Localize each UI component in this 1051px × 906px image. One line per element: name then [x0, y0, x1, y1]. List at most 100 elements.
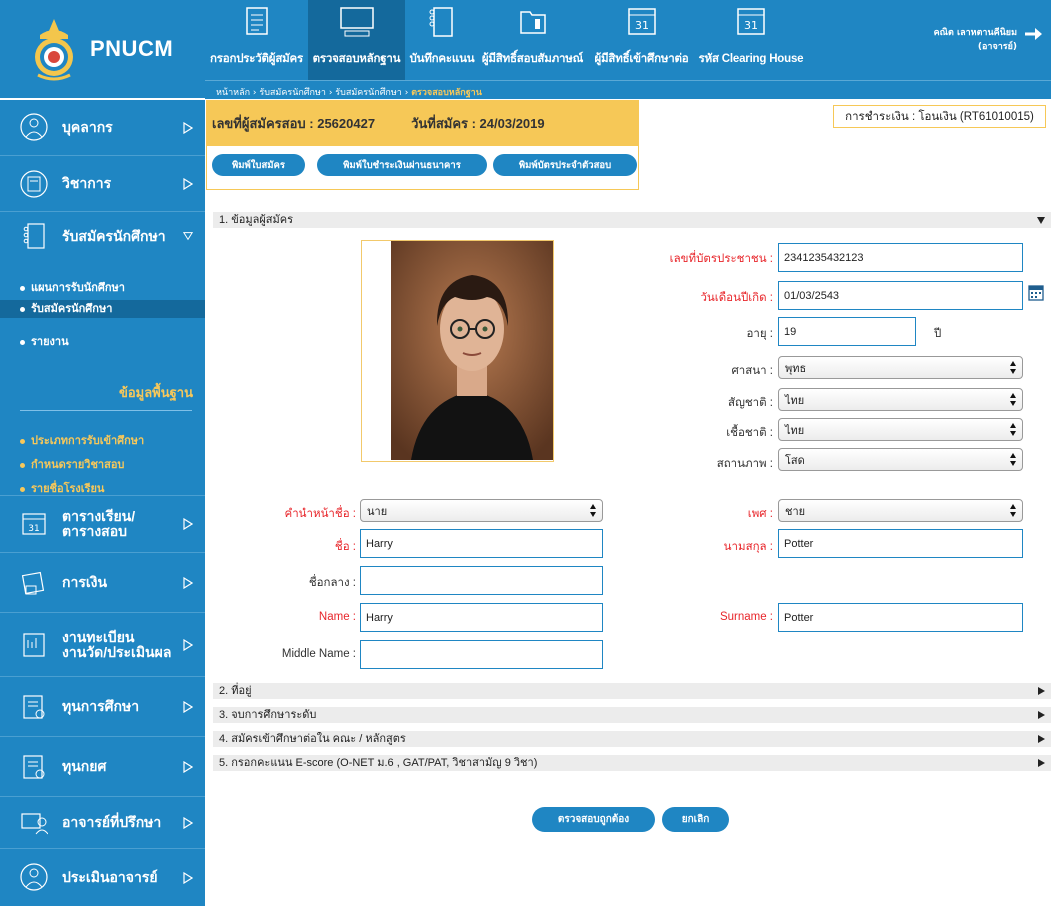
sidebar-item-admission[interactable]: รับสมัครนักศึกษา — [0, 212, 205, 260]
religion-label: ศาสนา : — [731, 365, 774, 377]
notebook-icon — [23, 223, 45, 249]
print-exam-card-button[interactable]: พิมพ์บัตรประจำตัวสอบ — [493, 154, 637, 176]
sidebar-item-academic[interactable]: วิชาการ — [0, 156, 205, 212]
calendar-icon: 31 — [627, 8, 656, 35]
triangle-right-icon — [1038, 759, 1045, 767]
select-arrows-icon — [1010, 504, 1016, 517]
middle-name-en-field[interactable] — [360, 640, 603, 669]
registration-icon — [23, 632, 45, 657]
calendar-icon[interactable] — [1028, 283, 1044, 301]
sidebar-item-scholarship[interactable]: ทุนการศึกษา — [0, 677, 205, 737]
basic-link-exam-subjects[interactable]: กำหนดรายวิชาสอบ — [20, 455, 124, 473]
basic-data-title: ข้อมูลพื้นฐาน — [118, 386, 193, 401]
breadcrumb-level2[interactable]: รับสมัครนักศึกษา — [335, 88, 402, 98]
triangle-right-icon — [1038, 735, 1045, 743]
last-name-th-field[interactable]: Potter — [778, 529, 1023, 558]
select-arrows-icon — [590, 504, 596, 517]
triangle-right-icon — [1038, 711, 1045, 719]
basic-link-admission-type[interactable]: ประเภทการรับเข้าศึกษา — [20, 431, 144, 449]
prefix-select[interactable]: นาย — [360, 499, 603, 522]
breadcrumb: หน้าหลัก › รับสมัครนักศึกษา › รับสมัครนั… — [205, 80, 1051, 99]
person-icon — [20, 862, 48, 891]
topnav-admission-eligible[interactable]: 31 ผู้มีสิทธิ์เข้าศึกษาต่อ — [586, 0, 697, 80]
chevron-right-icon — [183, 871, 193, 884]
print-application-button[interactable]: พิมพ์ใบสมัคร — [212, 154, 305, 176]
cancel-button[interactable]: ยกเลิก — [662, 807, 729, 832]
nationality-label: สัญชาติ : — [728, 397, 773, 409]
age-field[interactable]: 19 — [778, 317, 916, 346]
topnav-verify-documents[interactable]: ตรวจสอบหลักฐาน — [308, 0, 405, 80]
last-name-en-label: Surname : — [719, 611, 773, 623]
logo-area: PNUCM — [0, 0, 205, 99]
topnav-applicant-history[interactable]: กรอกประวัติผู้สมัคร — [205, 0, 308, 80]
sidebar-item-registration[interactable]: งานทะเบียน งานวัด/ประเมินผล — [0, 613, 205, 677]
status-select[interactable]: โสด — [778, 448, 1023, 471]
religion-select[interactable]: พุทธ — [778, 356, 1023, 379]
svg-text:31: 31 — [635, 19, 649, 32]
age-unit: ปี — [934, 328, 942, 340]
sidebar-item-schedule[interactable]: 31 ตารางเรียน/ ตารางสอบ — [0, 495, 205, 553]
calendar-icon: 31 — [22, 513, 46, 535]
select-arrows-icon — [1010, 453, 1016, 466]
university-seal-icon — [35, 19, 73, 81]
select-arrows-icon — [1010, 361, 1016, 374]
birth-date-field[interactable]: 01/03/2543 — [778, 281, 1023, 310]
brand-name: PNUCM — [90, 36, 174, 61]
person-icon — [20, 112, 48, 141]
divider — [20, 410, 192, 411]
submenu-report[interactable]: รายงาน — [20, 332, 69, 350]
sidebar-item-advisor[interactable]: อาจารย์ที่ปรึกษา — [0, 797, 205, 849]
computer-icon — [339, 7, 374, 37]
breadcrumb-level1[interactable]: รับสมัครนักศึกษา — [259, 88, 326, 98]
gender-label: เพศ : — [747, 508, 773, 520]
triangle-right-icon — [1038, 687, 1045, 695]
logout-icon[interactable] — [1023, 24, 1045, 44]
status-label: สถานภาพ : — [716, 458, 773, 470]
applicant-header: เลขที่ผู้สมัครสอบ : 25620427 วันที่สมัคร… — [206, 100, 639, 146]
sidebar-item-student-loan[interactable]: ทุนกยศ — [0, 737, 205, 797]
calendar-icon: 31 — [737, 8, 765, 35]
nationality-select[interactable]: ไทย — [778, 388, 1023, 411]
confirm-button[interactable]: ตรวจสอบถูกต้อง — [532, 807, 655, 832]
applicant-number: เลขที่ผู้สมัครสอบ : 25620427 — [212, 115, 376, 131]
last-name-th-label: นามสกุล : — [723, 541, 773, 553]
id-card-field[interactable]: 2341235432123 — [778, 243, 1023, 272]
sidebar-item-finance[interactable]: การเงิน — [0, 553, 205, 613]
loan-icon — [23, 754, 45, 779]
top-navigation: กรอกประวัติผู้สมัคร ตรวจสอบหลักฐาน บันทึ… — [205, 0, 1051, 80]
topnav-interview-eligible[interactable]: ผู้มีสิทธิ์สอบสัมภาษณ์ — [479, 0, 586, 80]
first-name-th-label: ชื่อ : — [334, 541, 356, 553]
section-escore[interactable]: 5. กรอกคะแนน E-score (O-NET ม.6 , GAT/PA… — [213, 755, 1051, 771]
topnav-record-score[interactable]: บันทึกคะแนน — [405, 0, 479, 80]
sidebar-item-personnel[interactable]: บุคลากร — [0, 100, 205, 156]
middle-name-en-label: Middle Name : — [281, 648, 356, 660]
breadcrumb-current: ตรวจสอบหลักฐาน — [411, 88, 482, 98]
chevron-down-icon — [183, 232, 193, 241]
chevron-right-icon — [183, 700, 193, 713]
chevron-right-icon — [183, 576, 193, 589]
sidebar-item-teacher-evaluation[interactable]: ประเมินอาจารย์ — [0, 849, 205, 906]
first-name-th-field[interactable]: Harry — [360, 529, 603, 558]
notebook-icon — [429, 7, 453, 37]
section-education[interactable]: 3. จบการศึกษาระดับ — [213, 707, 1051, 723]
section-address[interactable]: 2. ที่อยู่ — [213, 683, 1051, 699]
advisor-icon — [21, 812, 48, 834]
submenu-admission-plan[interactable]: แผนการรับนักศึกษา — [20, 278, 125, 296]
ethnicity-select[interactable]: ไทย — [778, 418, 1023, 441]
section-faculty-program[interactable]: 4. สมัครเข้าศึกษาต่อใน คณะ / หลักสูตร — [213, 731, 1051, 747]
gender-select[interactable]: ชาย — [778, 499, 1023, 522]
middle-name-th-field[interactable] — [360, 566, 603, 595]
user-name: คณิต เลาหตานคีนิยม — [933, 28, 1017, 38]
select-arrows-icon — [1010, 393, 1016, 406]
document-icon — [245, 7, 268, 35]
last-name-en-field[interactable]: Potter — [778, 603, 1023, 632]
user-role: (อาจารย์) — [977, 42, 1017, 52]
chevron-right-icon — [183, 816, 193, 829]
finance-icon — [21, 571, 45, 594]
topnav-clearing-house[interactable]: 31 รหัส Clearing House — [697, 0, 805, 80]
section-applicant-info[interactable]: 1. ข้อมูลผู้สมัคร — [213, 212, 1051, 228]
submenu-admission-students[interactable]: รับสมัครนักศึกษา — [0, 300, 205, 318]
breadcrumb-home[interactable]: หน้าหลัก — [216, 88, 250, 98]
first-name-en-field[interactable]: Harry — [360, 603, 603, 632]
print-bank-payment-button[interactable]: พิมพ์ใบชำระเงินผ่านธนาคาร — [317, 154, 487, 176]
